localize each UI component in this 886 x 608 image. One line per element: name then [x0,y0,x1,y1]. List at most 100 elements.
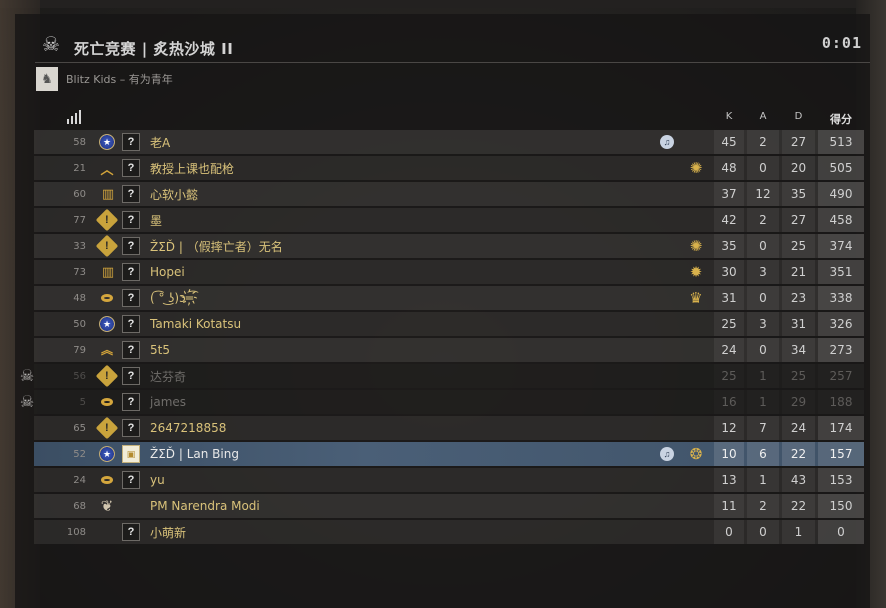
player-name[interactable]: Hopei [150,265,185,279]
rank-globe-icon[interactable]: ★ [98,445,116,463]
player-row[interactable]: ☠ 56!? 达芬奇 25 1 25 257 [20,364,864,388]
rank-warning-icon[interactable]: ! [95,234,119,258]
service-medal-icon[interactable]: ✺ [685,157,707,179]
player-kills: 37 [714,182,744,206]
player-row[interactable]: 50 ★? Tamaki Kotatsu 25 3 31 326 [34,312,864,336]
player-deaths: 25 [782,234,815,258]
player-name[interactable]: 墨 [150,212,162,229]
player-deaths: 24 [782,416,815,440]
player-row[interactable]: 65!? 2647218858 12 7 24 174 [34,416,864,440]
player-score: 513 [818,130,864,154]
rank-bars-icon[interactable]: ▥ [98,185,116,203]
player-avatar-unknown[interactable]: ? [122,289,140,307]
player-assists: 0 [747,286,779,310]
player-name[interactable]: 小萌新 [150,524,186,541]
player-name[interactable]: PM Narendra Modi [150,499,260,513]
rank-warning-icon[interactable]: ! [95,416,119,440]
player-ping: 68 [73,500,86,512]
player-ping: 50 [73,318,86,330]
rank-globe-icon[interactable]: ★ [98,133,116,151]
player-avatar-unknown[interactable]: ? [122,471,140,489]
rank-ring-icon[interactable] [98,393,116,411]
rank-warning-icon[interactable]: ! [95,364,119,388]
player-row[interactable]: 21 ︿? 教授上课也配枪 ✺ 48 0 20 505 [34,156,864,180]
ping-signal-icon [67,110,81,124]
player-deaths: 25 [790,369,807,383]
player-row[interactable]: ☠ 5? james 16 1 29 188 [20,390,864,414]
player-row[interactable]: 33!? ŽƩĎ | （假摔亡者）无名 ✺ 35 0 25 374 [34,234,864,258]
player-ping: 65 [73,422,86,434]
player-avatar-unknown[interactable]: ? [122,419,140,437]
player-row[interactable]: 68 ❦ PM Narendra Modi 11 2 22 150 [34,494,864,518]
player-row[interactable]: 108? 小萌新 0 0 1 0 [34,520,864,544]
player-avatar-unknown[interactable]: ? [122,211,140,229]
player-row-self[interactable]: 52 ★ ▣ ŽƩĎ | Lan Bing ♫ ❂ 10 6 22 157 [34,442,864,466]
crown-coin-icon[interactable]: ♛ [685,287,707,309]
rank-ring-icon[interactable] [98,289,116,307]
player-avatar[interactable]: ▣ [122,445,140,463]
player-ping: 77 [73,214,86,226]
player-name[interactable]: 老A [150,134,170,151]
rank-double-chevron-icon[interactable]: ︽ [98,341,116,359]
player-score: 174 [818,416,864,440]
column-header-deaths: D [794,111,803,122]
player-name[interactable]: 教授上课也配枪 [150,160,234,177]
player-assists: 1 [759,369,767,383]
column-header-score: 得分 [830,113,852,126]
player-ping: 60 [73,188,86,200]
music-kit-icon[interactable]: ♫ [660,135,674,149]
column-header-kills: K [725,111,733,122]
player-avatar-unknown[interactable]: ? [122,263,140,281]
rank-chevron-icon[interactable]: ︿ [98,159,116,177]
player-deaths: 31 [782,312,815,336]
player-score: 273 [818,338,864,362]
player-ping: 5 [79,396,86,408]
player-avatar-unknown[interactable]: ? [122,315,140,333]
player-ping: 108 [66,526,86,538]
player-row[interactable]: 77!? 墨 42 2 27 458 [34,208,864,232]
player-name[interactable]: ( ͡° ͜ʖ)ↄ═͡҉ [150,291,198,305]
player-deaths: 21 [782,260,815,284]
player-row[interactable]: 73 ▥? Hopei ✹ 30 3 21 351 [34,260,864,284]
player-avatar-unknown[interactable]: ? [122,237,140,255]
player-kills: 12 [714,416,744,440]
player-assists: 2 [747,130,779,154]
dead-skull-icon: ☠ [19,368,35,385]
music-kit-icon[interactable]: ♫ [660,447,674,461]
player-name[interactable]: ŽƩĎ | Lan Bing [150,447,239,461]
player-name[interactable]: 心软小懿 [150,186,198,203]
rank-ring-icon[interactable] [98,471,116,489]
player-name[interactable]: Tamaki Kotatsu [150,317,241,331]
player-avatar-unknown[interactable]: ? [122,159,140,177]
rank-bars-icon[interactable]: ▥ [98,263,116,281]
player-name[interactable]: yu [150,473,165,487]
player-ping: 52 [73,448,86,460]
rank-globe-icon[interactable]: ★ [98,315,116,333]
player-avatar-unknown[interactable]: ? [122,341,140,359]
player-row[interactable]: 60 ▥? 心软小懿 37 12 35 490 [34,182,864,206]
player-row[interactable]: 58 ★? 老A ♫ 45 2 27 513 [34,130,864,154]
player-row[interactable]: 48? ( ͡° ͜ʖ)ↄ═͡҉ ♛ 31 0 23 338 [34,286,864,310]
rank-warning-icon[interactable]: ! [95,208,119,232]
player-avatar-unknown[interactable]: ? [122,523,140,541]
player-row[interactable]: 24? yu 13 1 43 153 [34,468,864,492]
dragon-coin-icon[interactable]: ❂ [685,443,707,465]
player-kills: 45 [714,130,744,154]
globe-coin-icon[interactable]: ✹ [685,261,707,283]
rank-wings-icon[interactable]: ❦ [98,497,116,515]
player-score: 150 [818,494,864,518]
player-avatar-unknown[interactable]: ? [122,367,140,385]
player-avatar-unknown[interactable]: ? [122,185,140,203]
player-name[interactable]: ŽƩĎ | （假摔亡者）无名 [150,238,283,255]
player-row[interactable]: 79 ︽? 5t5 24 0 34 273 [34,338,864,362]
service-medal-icon[interactable]: ✺ [685,235,707,257]
player-name[interactable]: 达芬奇 [150,368,186,385]
player-name[interactable]: 5t5 [150,343,170,357]
player-avatar-unknown[interactable]: ? [122,393,140,411]
player-avatar-unknown[interactable]: ? [122,133,140,151]
player-name[interactable]: james [150,395,186,409]
player-assists: 0 [747,156,779,180]
player-assists: 12 [747,182,779,206]
dead-skull-icon: ☠ [19,394,35,411]
player-name[interactable]: 2647218858 [150,421,226,435]
